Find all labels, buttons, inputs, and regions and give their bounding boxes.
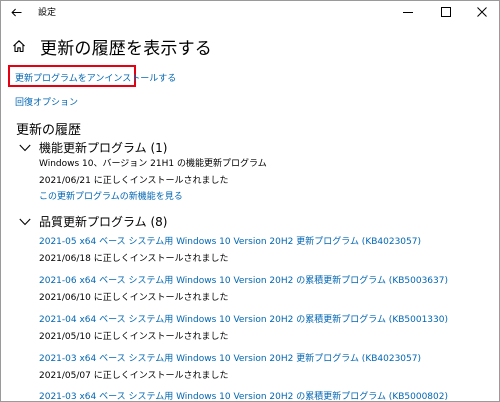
minimize-button[interactable] (393, 1, 423, 23)
maximize-icon (441, 7, 451, 17)
update-link[interactable]: 2021-03 x64 ベース システム用 Windows 10 Version… (39, 351, 421, 364)
update-name: Windows 10、バージョン 21H1 の機能更新プログラム (39, 159, 267, 169)
history-section-title: 更新の履歴 (16, 123, 82, 138)
page-title: 更新の履歴を表示する (40, 38, 212, 59)
whats-new-link[interactable]: この更新プログラムの新機能を見る (39, 189, 183, 202)
update-link[interactable]: 2021-05 x64 ベース システム用 Windows 10 Version… (39, 234, 421, 247)
back-arrow-icon (10, 8, 21, 16)
close-icon (477, 7, 487, 17)
maximize-button[interactable] (431, 1, 461, 23)
uninstall-updates-link[interactable]: 更新プログラムをアンインストールする (15, 71, 176, 84)
update-status: 2021/05/10 に正しくインストールされました (39, 332, 229, 342)
page-header: 更新の履歴を表示する (12, 34, 212, 59)
back-button[interactable] (7, 3, 25, 21)
title-bar: 設定 (1, 1, 499, 23)
home-icon[interactable] (12, 38, 28, 54)
update-link[interactable]: 2021-06 x64 ベース システム用 Windows 10 Version… (39, 273, 448, 286)
update-status: 2021/06/18 に正しくインストールされました (39, 254, 229, 264)
quality-updates-group-label: 品質更新プログラム (8) (39, 215, 168, 229)
close-button[interactable] (467, 1, 497, 23)
update-status: 2021/06/10 に正しくインストールされました (39, 293, 229, 303)
update-link[interactable]: 2021-04 x64 ベース システム用 Windows 10 Version… (39, 312, 448, 325)
update-status: 2021/05/07 に正しくインストールされました (39, 371, 229, 381)
minimize-icon (403, 12, 413, 13)
update-link[interactable]: 2021-03 x64 ベース システム用 Windows 10 Version… (39, 389, 448, 401)
recovery-options-link[interactable]: 回復オプション (15, 95, 78, 108)
chevron-down-icon (19, 143, 31, 153)
update-status: 2021/06/21 に正しくインストールされました (39, 176, 229, 186)
quality-updates-group-header[interactable]: 品質更新プログラム (8) (19, 213, 167, 230)
chevron-down-icon (19, 217, 31, 227)
feature-updates-group-label: 機能更新プログラム (1) (39, 141, 168, 155)
settings-window: 設定 更新の履歴を表示する 更新プログラムをアンインストールする 回復オプション… (0, 0, 500, 402)
window-title: 設定 (38, 8, 57, 18)
feature-updates-group-header[interactable]: 機能更新プログラム (1) (19, 139, 167, 156)
